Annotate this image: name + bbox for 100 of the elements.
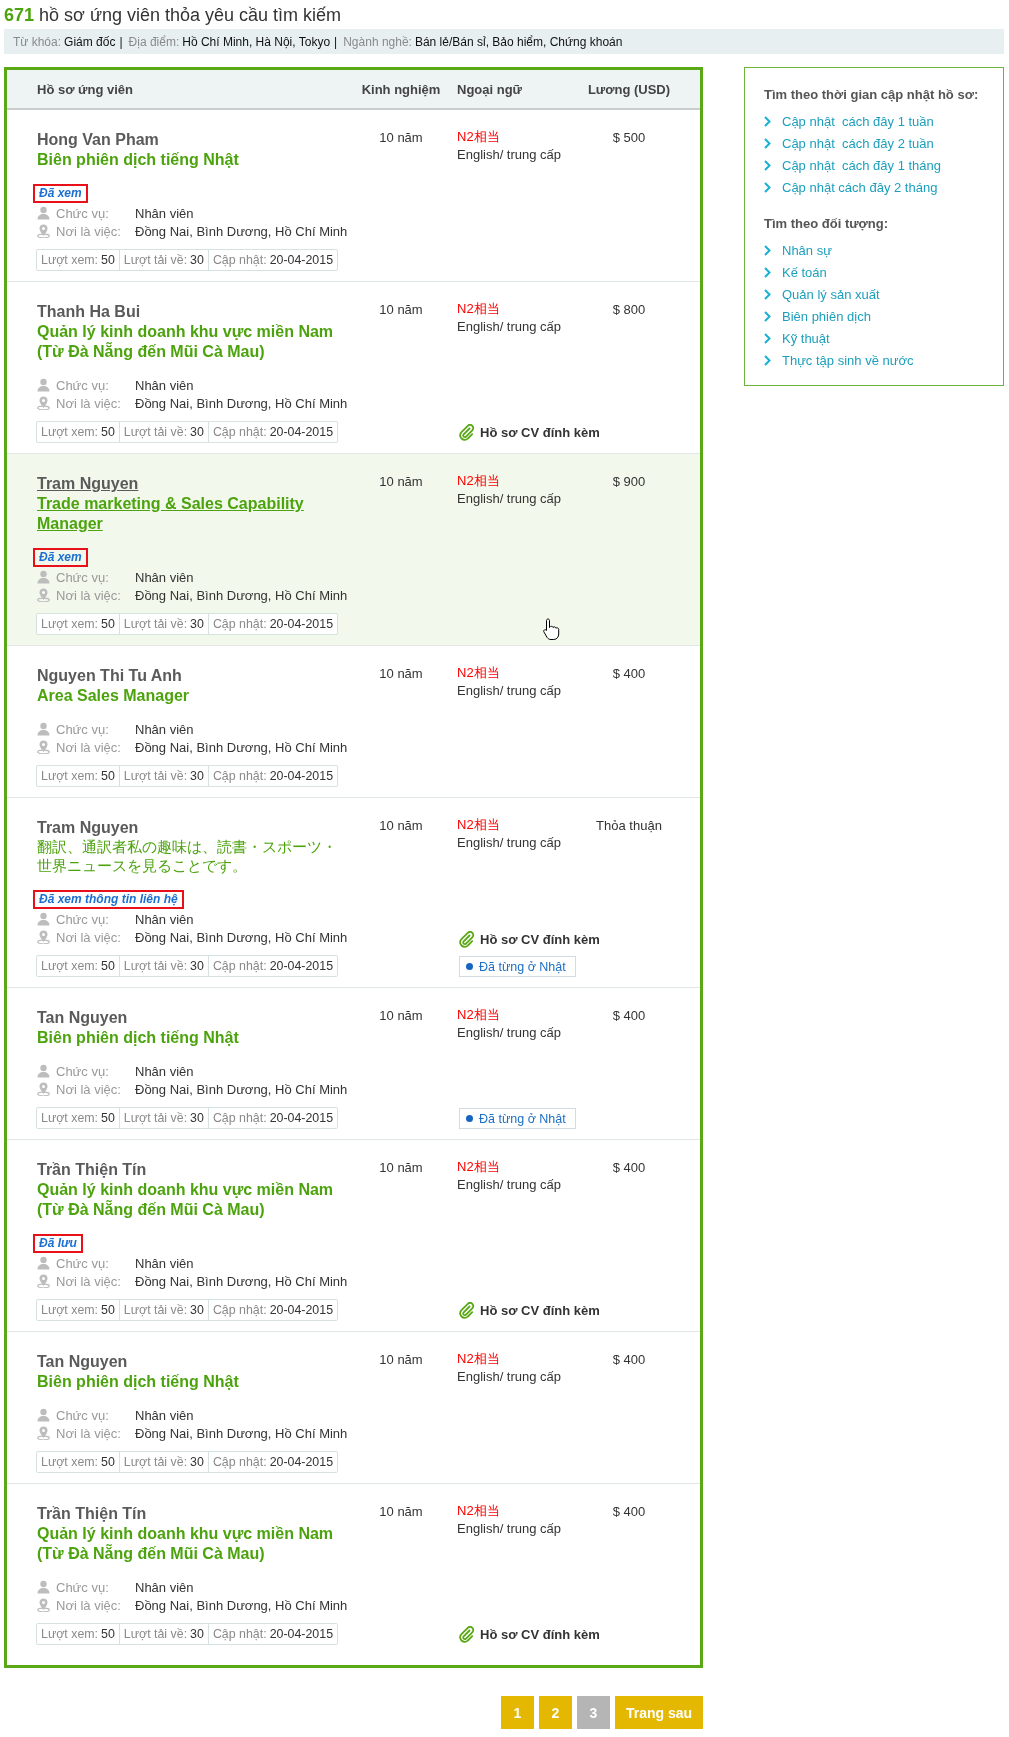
detail-label: Chức vụ: — [56, 569, 110, 585]
candidate-name[interactable]: Tan Nguyen — [37, 1008, 128, 1028]
sidebar-link[interactable]: Kế toán — [764, 261, 827, 283]
job-title-link[interactable]: 翻訳、通訳者私の趣味は、読書・スポーツ・世界ニュースを見ることです。 — [37, 838, 345, 876]
detail-label: Chức vụ: — [56, 1407, 110, 1423]
sidebar-link[interactable]: Cập nhật cách đây 1 tháng — [764, 154, 941, 176]
dot-icon — [466, 1115, 473, 1122]
job-title-link[interactable]: Quản lý kinh doanh khu vực miền Nam (Từ Đà Nẵng đến Mũi Cà Mau) — [37, 1524, 345, 1564]
detail-value: Nhân viên — [135, 205, 194, 221]
candidate-name[interactable]: Thanh Ha Bui — [37, 302, 141, 322]
detail-value: Nhân viên — [135, 377, 194, 393]
candidate-name[interactable]: Tan Nguyen — [37, 1352, 128, 1372]
person-icon — [37, 1064, 50, 1078]
stat-value: 50 — [101, 769, 115, 783]
results-heading: 671 hồ sơ ứng viên thỏa yêu cầu tìm kiếm — [4, 4, 342, 27]
stat-value: 20-04-2015 — [269, 769, 334, 783]
job-title-link[interactable]: Biên phiên dịch tiếng Nhật — [37, 1028, 239, 1048]
detail-label: Nơi là việc: — [56, 929, 122, 945]
candidate-name[interactable]: Trần Thiện Tín — [37, 1160, 147, 1180]
stat-label: Lượt tải về: — [123, 769, 188, 783]
attachment-label: Hồ sơ CV đính kèm — [480, 1302, 600, 1318]
sidebar-link[interactable]: Quản lý sản xuất — [764, 283, 880, 305]
detail-value: Nhân viên — [135, 1407, 194, 1423]
stat-value: 30 — [190, 769, 204, 783]
sidebar-link[interactable]: Biên phiên dịch — [764, 305, 871, 327]
english-level-text: English/ trung cấp — [457, 1368, 562, 1386]
detail-label: Chức vụ: — [56, 1579, 110, 1595]
job-title-link[interactable]: Quản lý kinh doanh khu vực miền Nam (Từ Đà Nẵng đến Mũi Cà Mau) — [37, 322, 345, 362]
location-pin-icon — [37, 740, 50, 754]
filter-value: Giám đốc — [64, 34, 116, 49]
stat-label: Lượt xem: — [41, 1111, 99, 1125]
detail-value: Đồng Nai, Bình Dương, Hồ Chí Minh — [135, 739, 348, 755]
stat-label: Lượt xem: — [41, 769, 99, 783]
job-title-link[interactable]: Trade marketing & Sales Capability Manager — [37, 494, 345, 534]
job-title-link[interactable]: Biên phiên dịch tiếng Nhật — [37, 1372, 239, 1392]
sidebar-link[interactable]: Cập nhật cách đây 2 tháng — [764, 176, 938, 198]
stat-value: 30 — [190, 425, 204, 439]
sidebar-link[interactable]: Nhân sự — [764, 239, 832, 261]
japanese-level-text: N2相当 — [457, 1502, 500, 1520]
sidebar-link[interactable]: Cập nhật cách đây 1 tuần — [764, 110, 934, 132]
stat-label: Cập nhật: — [212, 1455, 267, 1469]
chevron-right-icon — [764, 332, 771, 344]
english-level-text: English/ trung cấp — [457, 834, 562, 852]
stat-value: 20-04-2015 — [269, 253, 334, 267]
japanese-level-text: N2相当 — [457, 1350, 500, 1368]
sidebar-link[interactable]: Kỹ thuật — [764, 327, 830, 349]
column-heading: Hồ sơ ứng viên — [36, 81, 133, 97]
location-pin-icon — [37, 930, 50, 944]
chevron-right-icon — [764, 266, 771, 278]
english-level-text: English/ trung cấp — [457, 318, 562, 336]
chevron-right-icon — [764, 159, 771, 171]
paperclip-icon — [459, 1301, 475, 1319]
salary-text: $ 400 — [612, 1160, 646, 1175]
sidebar-link[interactable]: Thực tập sinh về nước — [764, 349, 914, 371]
sidebar-heading: Tìm theo thời gian cập nhật hồ sơ: — [764, 86, 979, 104]
attachment-label: Hồ sơ CV đính kèm — [480, 931, 600, 947]
stat-label: Lượt xem: — [41, 253, 99, 267]
candidate-name[interactable]: Trần Thiện Tín — [37, 1504, 147, 1524]
stat-label: Lượt tải về: — [123, 959, 188, 973]
stat-value: 20-04-2015 — [269, 1627, 334, 1641]
job-title-link[interactable]: Biên phiên dịch tiếng Nhật — [37, 150, 239, 170]
page-button[interactable]: 2 — [539, 1696, 572, 1729]
status-tag: Đã xem thông tin liên hệ — [33, 890, 184, 909]
experience-text: 10 năm — [379, 1504, 423, 1519]
dot-icon — [466, 963, 473, 970]
sidebar-heading: Tìm theo đối tượng: — [764, 215, 889, 233]
stat-value: 20-04-2015 — [269, 1303, 334, 1317]
location-pin-icon — [37, 396, 50, 410]
salary-text: $ 400 — [612, 1504, 646, 1519]
page-button[interactable]: 1 — [501, 1696, 534, 1729]
paperclip-icon — [459, 930, 475, 948]
page-button[interactable]: 3 — [577, 1696, 610, 1729]
candidate-name[interactable]: Hong Van Pham — [37, 130, 159, 150]
detail-label: Nơi là việc: — [56, 1597, 122, 1613]
job-title-link[interactable]: Quản lý kinh doanh khu vực miền Nam (Từ Đà Nẵng đến Mũi Cà Mau) — [37, 1180, 345, 1220]
info-badge: Đã từng ở Nhật — [459, 956, 576, 977]
detail-value: Đồng Nai, Bình Dương, Hồ Chí Minh — [135, 1273, 348, 1289]
candidate-name[interactable]: Tram Nguyen — [37, 474, 139, 494]
job-title-link[interactable]: Area Sales Manager — [37, 686, 190, 706]
attachment-label: Hồ sơ CV đính kèm — [480, 1626, 600, 1642]
location-pin-icon — [37, 224, 50, 238]
candidate-name[interactable]: Tram Nguyen — [37, 818, 139, 838]
person-icon — [37, 206, 50, 220]
stat-value: 50 — [101, 1455, 115, 1469]
detail-label: Nơi là việc: — [56, 1425, 122, 1441]
hand-cursor-icon — [543, 618, 560, 641]
detail-label: Nơi là việc: — [56, 223, 122, 239]
detail-value: Nhân viên — [135, 1063, 194, 1079]
japanese-level-text: N2相当 — [457, 664, 500, 682]
detail-value: Nhân viên — [135, 1579, 194, 1595]
detail-value: Đồng Nai, Bình Dương, Hồ Chí Minh — [135, 1597, 348, 1613]
person-icon — [37, 1256, 50, 1270]
filter-label: Ngành nghề: — [343, 34, 412, 49]
chevron-right-icon — [764, 181, 771, 193]
detail-value: Đồng Nai, Bình Dương, Hồ Chí Minh — [135, 223, 348, 239]
next-page-button[interactable]: Trang sau — [615, 1696, 703, 1729]
paperclip-icon — [459, 423, 475, 441]
salary-text: $ 400 — [612, 1352, 646, 1367]
sidebar-link[interactable]: Cập nhật cách đây 2 tuần — [764, 132, 934, 154]
candidate-name[interactable]: Nguyen Thi Tu Anh — [37, 666, 182, 686]
